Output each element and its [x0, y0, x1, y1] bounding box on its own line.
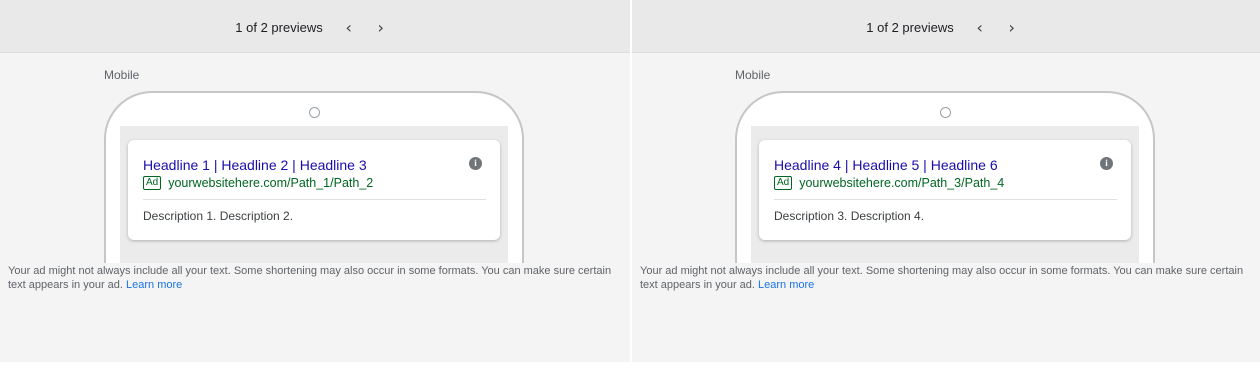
learn-more-link[interactable]: Learn more	[758, 279, 814, 291]
ad-card: Headline 1 | Headline 2 | Headline 3 i A…	[128, 140, 500, 240]
ad-url-row: Ad yourwebsitehere.com/Path_3/Path_4	[774, 176, 1004, 190]
camera-icon	[309, 107, 320, 118]
preview-pager: 1 of 2 previews ‹ ›	[632, 17, 1260, 37]
camera-icon	[940, 107, 951, 118]
preview-count: 1 of 2 previews	[866, 19, 954, 35]
ad-display-url: yourwebsitehere.com/Path_1/Path_2	[168, 176, 374, 190]
preview-count: 1 of 2 previews	[235, 19, 323, 35]
ad-headline[interactable]: Headline 4 | Headline 5 | Headline 6	[774, 157, 998, 173]
ad-description: Description 3. Description 4.	[774, 209, 925, 223]
ad-card: Headline 4 | Headline 5 | Headline 6 i A…	[759, 140, 1131, 240]
ad-preview-panel-2: 1 of 2 previews ‹ › Mobile Headline 4 | …	[632, 0, 1260, 362]
notice-text: Your ad might not always include all you…	[640, 265, 1244, 291]
learn-more-link[interactable]: Learn more	[126, 279, 182, 291]
ad-description: Description 1. Description 2.	[143, 209, 294, 223]
shortening-notice: Your ad might not always include all you…	[8, 264, 624, 292]
device-label: Mobile	[735, 68, 771, 82]
info-icon[interactable]: i	[1100, 157, 1113, 170]
divider	[774, 199, 1117, 200]
preview-pager-bar: 1 of 2 previews ‹ ›	[632, 0, 1260, 53]
chevron-right-icon[interactable]: ›	[367, 17, 395, 37]
notice-text: Your ad might not always include all you…	[8, 265, 612, 291]
phone-frame: Headline 1 | Headline 2 | Headline 3 i A…	[104, 91, 524, 263]
shortening-notice: Your ad might not always include all you…	[640, 264, 1254, 292]
divider	[143, 199, 486, 200]
chevron-right-icon[interactable]: ›	[998, 17, 1026, 37]
phone-frame: Headline 4 | Headline 5 | Headline 6 i A…	[735, 91, 1155, 263]
ad-display-url: yourwebsitehere.com/Path_3/Path_4	[799, 176, 1005, 190]
ad-badge: Ad	[143, 176, 162, 190]
info-icon[interactable]: i	[469, 157, 482, 170]
ad-headline[interactable]: Headline 1 | Headline 2 | Headline 3	[143, 157, 367, 173]
ad-preview-panel-1: 1 of 2 previews ‹ › Mobile Headline 1 | …	[0, 0, 630, 362]
preview-pager-bar: 1 of 2 previews ‹ ›	[0, 0, 630, 53]
phone-screen: Headline 4 | Headline 5 | Headline 6 i A…	[751, 126, 1139, 263]
chevron-left-icon[interactable]: ‹	[335, 17, 363, 37]
phone-screen: Headline 1 | Headline 2 | Headline 3 i A…	[120, 126, 508, 263]
preview-pager: 1 of 2 previews ‹ ›	[0, 17, 630, 37]
ad-url-row: Ad yourwebsitehere.com/Path_1/Path_2	[143, 176, 373, 190]
device-label: Mobile	[104, 68, 140, 82]
chevron-left-icon[interactable]: ‹	[966, 17, 994, 37]
ad-badge: Ad	[774, 176, 793, 190]
